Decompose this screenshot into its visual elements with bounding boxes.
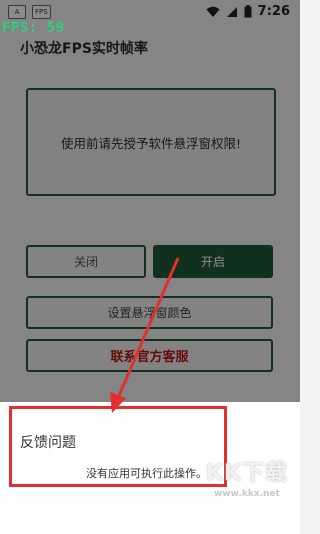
watermark-url: www.kkx.net xyxy=(214,489,280,499)
watermark: KK下载 www.kkx.net xyxy=(206,455,288,499)
watermark-logo: KK下载 xyxy=(205,461,288,486)
annotation-arrow-icon xyxy=(110,257,180,413)
